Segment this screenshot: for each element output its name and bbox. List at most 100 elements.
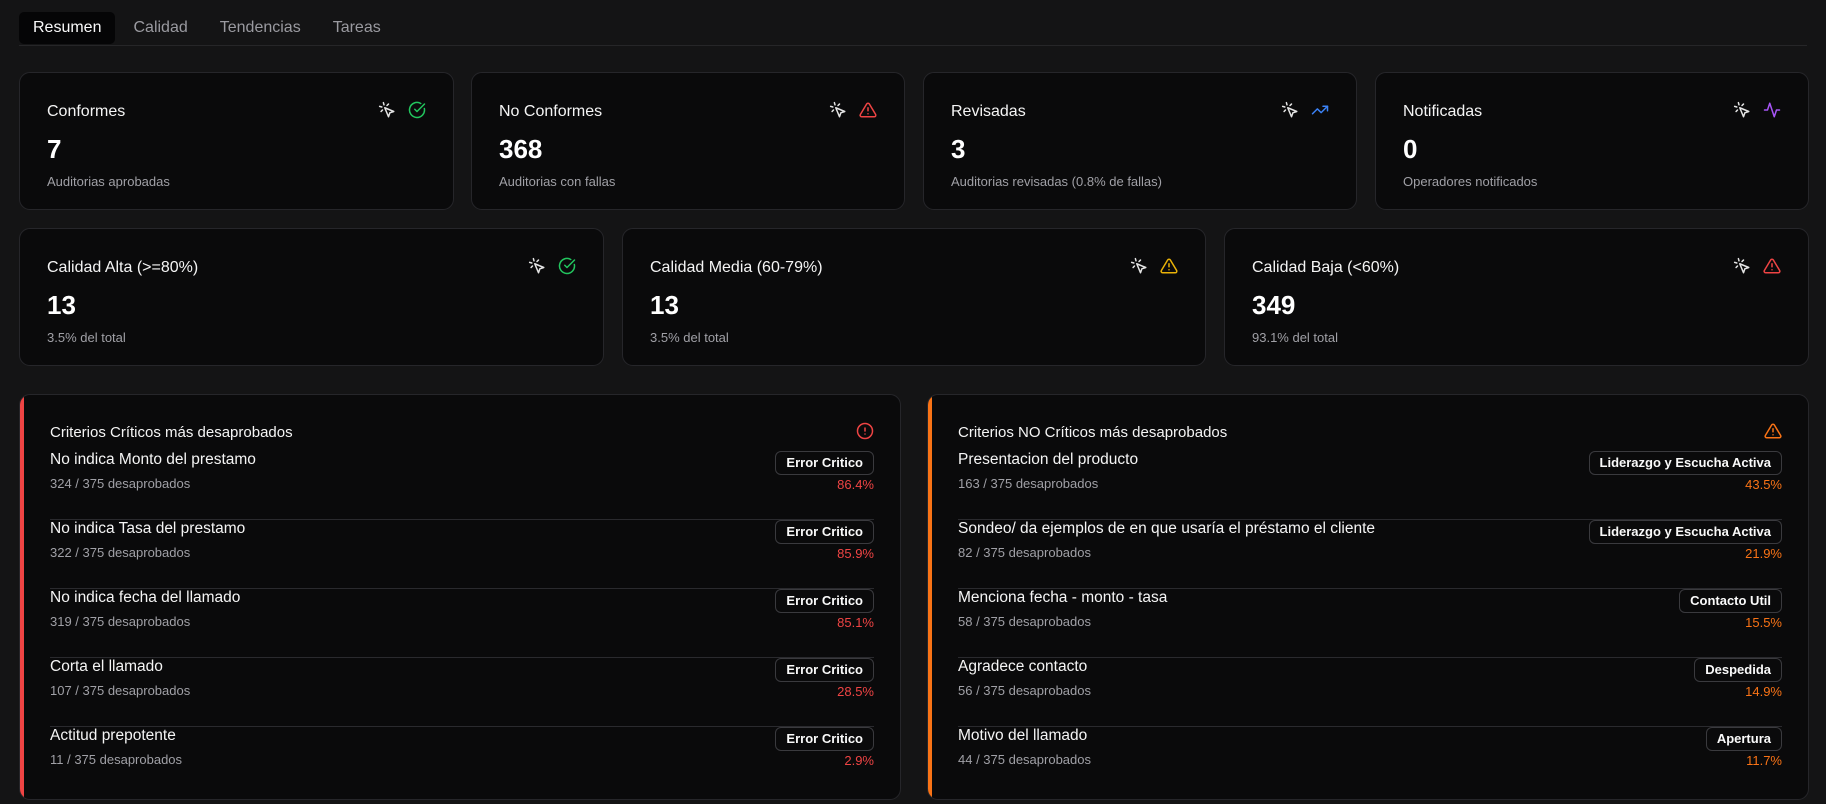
- stat-value: 3: [951, 134, 966, 164]
- criteria-name: Corta el llamado: [50, 658, 163, 675]
- panel-title: Criterios NO Críticos más desaprobados: [958, 424, 1228, 441]
- criteria-count: 163 / 375 desaprobados: [958, 476, 1099, 491]
- check-circle-icon: [408, 101, 426, 119]
- criteria-count: 82 / 375 desaprobados: [958, 545, 1091, 560]
- stat-value: 349: [1252, 290, 1296, 320]
- criteria-row: No indica Monto del prestamo 324 / 375 de…: [50, 451, 874, 520]
- criteria-row: Motivo del llamado 44 / 375 desaprobados A…: [958, 727, 1782, 796]
- failure-percentage: 43.5%: [1745, 477, 1782, 492]
- stat-subtitle: 3.5% del total: [650, 330, 729, 345]
- stat-title: Calidad Alta (>=80%): [47, 259, 199, 276]
- stat-value: 7: [47, 134, 62, 164]
- cursor-click-icon[interactable]: [1733, 257, 1751, 275]
- category-badge: Contacto Util: [1679, 589, 1782, 613]
- criteria-name: Agradece contacto: [958, 658, 1088, 675]
- failure-percentage: 85.9%: [837, 546, 874, 561]
- criteria-name: Actitud prepotente: [50, 727, 176, 744]
- panel-accent-bar: [928, 395, 932, 799]
- stat-title: Notificadas: [1403, 103, 1483, 120]
- criteria-count: 44 / 375 desaprobados: [958, 752, 1091, 767]
- criteria-count: 107 / 375 desaprobados: [50, 683, 191, 698]
- criteria-name: Sondeo/ da ejemplos de en que usaría el …: [958, 520, 1376, 537]
- check-circle-icon: [558, 257, 576, 275]
- criteria-count: 11 / 375 desaprobados: [50, 752, 183, 767]
- alert-triangle-icon: [1763, 258, 1781, 274]
- criteria-count: 319 / 375 desaprobados: [50, 614, 191, 629]
- criteria-row: Agradece contacto 56 / 375 desaprobados De…: [958, 658, 1782, 727]
- cursor-click-icon[interactable]: [829, 101, 847, 119]
- category-badge: Apertura: [1705, 727, 1782, 751]
- tab-calidad[interactable]: Calidad: [119, 12, 201, 44]
- stat-value: 13: [650, 290, 679, 320]
- cursor-click-icon[interactable]: [1733, 101, 1751, 119]
- failure-percentage: 21.9%: [1745, 546, 1782, 561]
- failure-percentage: 2.9%: [844, 753, 874, 768]
- stat-card-notificadas: Notificadas 0 Operadores notificados: [1375, 72, 1809, 210]
- criteria-name: Presentacion del producto: [958, 451, 1139, 468]
- activity-icon: [1763, 102, 1781, 118]
- failure-percentage: 14.9%: [1745, 684, 1782, 699]
- cursor-click-icon[interactable]: [1281, 101, 1299, 119]
- criteria-row: No indica fecha del llamado 319 / 375 des…: [50, 589, 874, 658]
- stat-title: Revisadas: [951, 103, 1026, 120]
- criteria-name: Motivo del llamado: [958, 727, 1088, 744]
- cursor-click-icon[interactable]: [1130, 257, 1148, 275]
- stat-subtitle: 3.5% del total: [47, 330, 126, 345]
- category-badge: Error Critico: [775, 451, 874, 475]
- criteria-row: No indica Tasa del prestamo 322 / 375 des…: [50, 520, 874, 589]
- tab-bar: Resumen Calidad Tendencias Tareas: [19, 12, 1807, 46]
- alert-circle-icon: [856, 422, 874, 440]
- stat-subtitle: Auditorias aprobadas: [47, 174, 170, 189]
- failure-percentage: 28.5%: [837, 684, 874, 699]
- failure-percentage: 86.4%: [837, 477, 874, 492]
- alert-triangle-icon: [859, 102, 877, 118]
- category-badge: Error Critico: [775, 727, 874, 751]
- criteria-count: 56 / 375 desaprobados: [958, 683, 1091, 698]
- noncritical-criteria-panel: Criterios NO Críticos más desaprobados P…: [927, 394, 1809, 800]
- criteria-name: No indica fecha del llamado: [50, 589, 241, 606]
- stat-title: Calidad Media (60-79%): [650, 259, 823, 276]
- noncritical-criteria-list: Presentacion del producto 163 / 375 desap…: [958, 451, 1782, 796]
- stat-subtitle: Operadores notificados: [1403, 174, 1538, 189]
- panel-title: Criterios Críticos más desaprobados: [50, 424, 293, 441]
- category-badge: Error Critico: [775, 658, 874, 682]
- cursor-click-icon[interactable]: [378, 101, 396, 119]
- stat-title: Conformes: [47, 103, 126, 120]
- alert-triangle-icon: [1764, 423, 1782, 439]
- category-badge: Liderazgo y Escucha Activa: [1588, 520, 1782, 544]
- tab-tendencias[interactable]: Tendencias: [206, 12, 315, 44]
- criteria-row: Corta el llamado 107 / 375 desaprobados Er…: [50, 658, 874, 727]
- stat-subtitle: Auditorias con fallas: [499, 174, 616, 189]
- stat-title: No Conformes: [499, 103, 603, 120]
- stat-value: 0: [1403, 134, 1418, 164]
- failure-percentage: 11.7%: [1746, 753, 1782, 768]
- stat-card-calidad-media: Calidad Media (60-79%) 13 3.5% del total: [622, 228, 1206, 366]
- criteria-row: Actitud prepotente 11 / 375 desaprobados E…: [50, 727, 874, 796]
- cursor-click-icon[interactable]: [528, 257, 546, 275]
- tab-resumen[interactable]: Resumen: [19, 12, 116, 44]
- panel-accent-bar: [20, 395, 24, 799]
- stat-subtitle: 93.1% del total: [1252, 330, 1339, 345]
- criteria-count: 324 / 375 desaprobados: [50, 476, 191, 491]
- category-badge: Error Critico: [775, 520, 874, 544]
- stat-subtitle: Auditorias revisadas (0.8% de fallas): [951, 174, 1162, 189]
- stat-card-conformes: Conformes 7 Auditorias aprobadas: [19, 72, 454, 210]
- critical-criteria-panel: Criterios Críticos más desaprobados No i…: [19, 394, 901, 800]
- criteria-row: Menciona fecha - monto - tasa 58 / 375 de…: [958, 589, 1782, 658]
- criteria-name: Menciona fecha - monto - tasa: [958, 589, 1168, 606]
- stat-title: Calidad Baja (<60%): [1252, 259, 1400, 276]
- stat-card-calidad-baja: Calidad Baja (<60%) 349 93.1% del total: [1224, 228, 1809, 366]
- stat-value: 13: [47, 290, 76, 320]
- criteria-name: No indica Monto del prestamo: [50, 451, 256, 468]
- tab-tareas[interactable]: Tareas: [319, 12, 395, 44]
- stat-card-no-conformes: No Conformes 368 Auditorias con fallas: [471, 72, 905, 210]
- alert-triangle-icon: [1160, 258, 1178, 274]
- trending-up-icon: [1311, 105, 1329, 115]
- stat-card-revisadas: Revisadas 3 Auditorias revisadas (0.8% d…: [923, 72, 1357, 210]
- failure-percentage: 85.1%: [837, 615, 874, 630]
- category-badge: Liderazgo y Escucha Activa: [1588, 451, 1782, 475]
- criteria-count: 58 / 375 desaprobados: [958, 614, 1091, 629]
- criteria-row: Sondeo/ da ejemplos de en que usaría el …: [958, 520, 1782, 589]
- stat-card-calidad-alta: Calidad Alta (>=80%) 13 3.5% del total: [19, 228, 604, 366]
- failure-percentage: 15.5%: [1745, 615, 1782, 630]
